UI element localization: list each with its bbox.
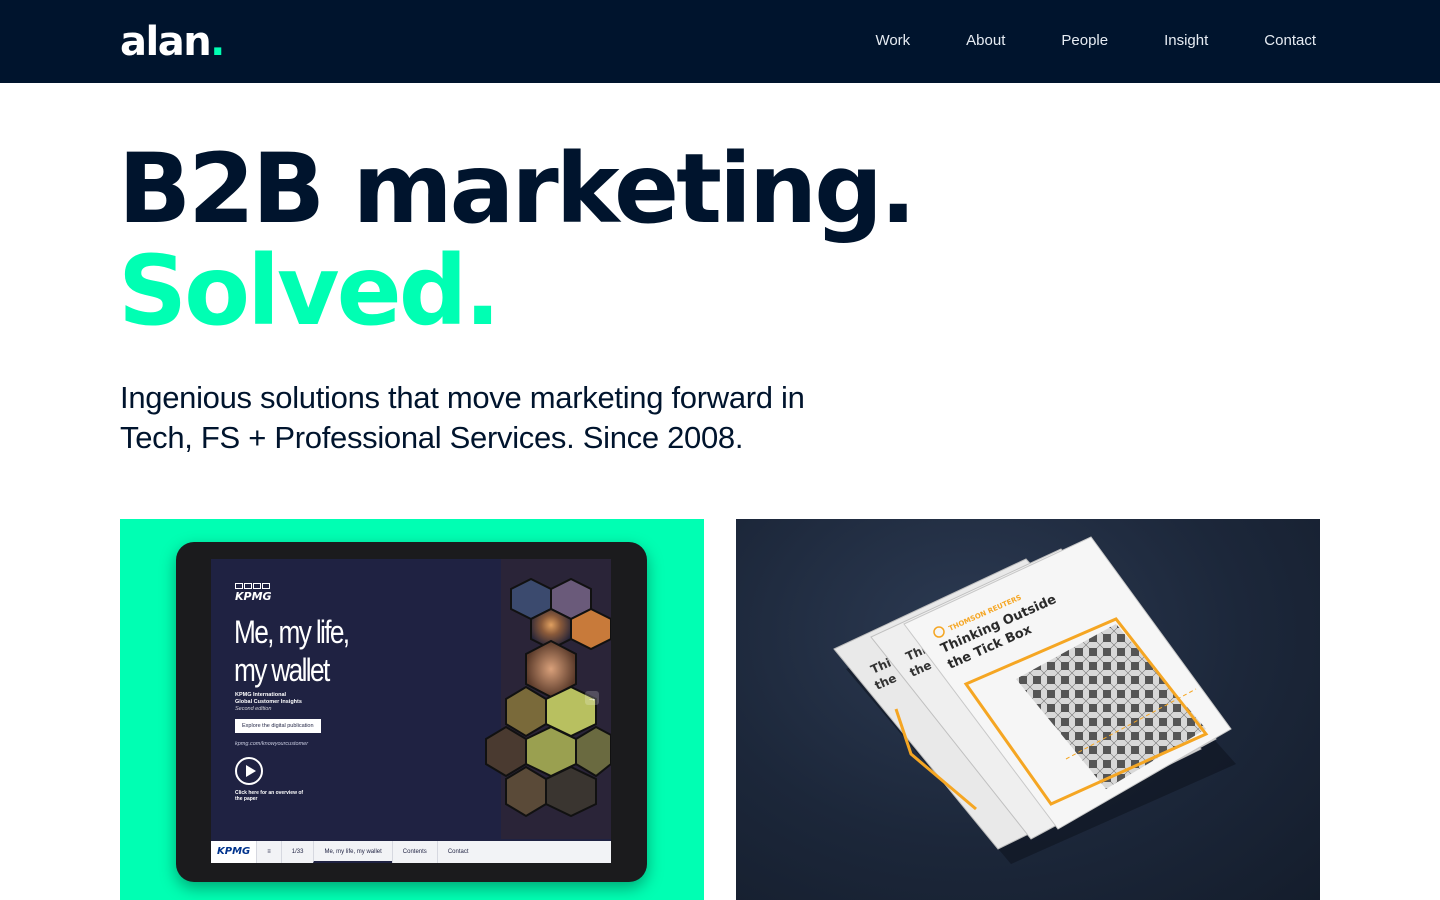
main-nav: Work About People Insight Contact	[875, 31, 1316, 51]
kpmg-click-text: Click here for an overview of the paper	[235, 790, 304, 802]
kpmg-bar-logo: KPMG	[211, 841, 257, 863]
nav-insight[interactable]: Insight	[1164, 31, 1208, 51]
nav-contact[interactable]: Contact	[1264, 31, 1316, 51]
play-icon	[235, 757, 263, 785]
nav-people[interactable]: People	[1061, 31, 1108, 51]
kpmg-url: kpmg.com/knowyourcustomer	[235, 741, 309, 747]
hero-headline: B2B marketing.	[118, 133, 916, 245]
toolbar-tab-contact: Contact	[436, 841, 479, 863]
case-study-thomson-reuters[interactable]: Thi the Thi the THOMSON REUTERS Thinking…	[736, 519, 1320, 900]
toolbar-tab-title: Me, my life, my wallet	[313, 841, 392, 863]
hero-headline-accent: Solved.	[118, 235, 501, 347]
menu-icon: ≡	[256, 841, 281, 863]
publication-toolbar: KPMG ≡ 1/33 Me, my life, my wallet Conte…	[211, 841, 611, 863]
alan-logo[interactable]: alan.	[120, 20, 225, 64]
toolbar-tab-contents: Contents	[391, 841, 437, 863]
explore-publication-button: Explore the digital publication	[235, 719, 321, 733]
nav-about[interactable]: About	[966, 31, 1005, 51]
tablet-screen: KPMG Me, my life, my wallet KPMG Interna…	[211, 559, 611, 863]
page-counter: 1/33	[280, 841, 314, 863]
tablet-device: KPMG Me, my life, my wallet KPMG Interna…	[176, 542, 647, 882]
kpmg-title: Me, my life, my wallet	[234, 614, 350, 688]
arrow-right-icon: →	[585, 691, 599, 705]
report-booklets-image: Thi the Thi the THOMSON REUTERS Thinking…	[833, 536, 1236, 864]
kpmg-subtitle: KPMG International Global Customer Insig…	[235, 692, 302, 712]
hero-intro: Ingenious solutions that move marketing …	[120, 380, 805, 455]
kpmg-logo: KPMG	[235, 583, 272, 603]
nav-work[interactable]: Work	[875, 31, 910, 51]
site-header: alan. Work About People Insight Contact	[0, 0, 1440, 83]
case-study-kpmg[interactable]: KPMG Me, my life, my wallet KPMG Interna…	[120, 519, 704, 900]
